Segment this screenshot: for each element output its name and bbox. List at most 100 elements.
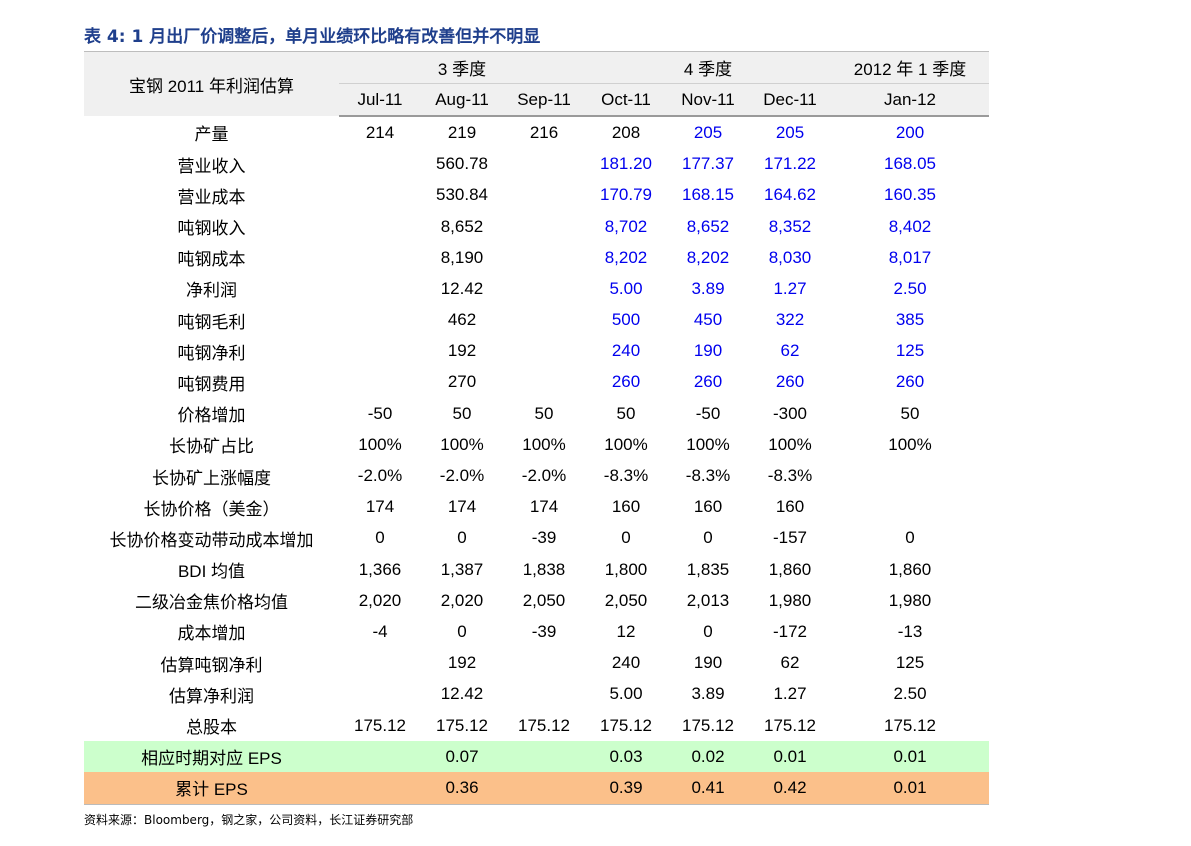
table-cell (831, 492, 989, 523)
table-cell: 0 (621, 528, 631, 548)
table-cell: 175.12 (436, 715, 488, 735)
table-cell: -2.0% (357, 466, 403, 486)
table-cell: 0 (703, 528, 713, 548)
table-cell: 0 (457, 528, 467, 548)
table-cell: 171.22 (764, 154, 816, 174)
table-cell: 462 (447, 310, 477, 330)
table-cell: 100% (358, 434, 402, 454)
table-cell: 8,030 (768, 247, 812, 267)
table-row: 营业成本 530.84 170.79 168.15 164.62 160.35 (84, 180, 989, 211)
group-header-q4: 4 季度 (585, 50, 831, 85)
table-cell: 50 (900, 403, 920, 423)
row-label: 总股本 (186, 718, 237, 738)
table-cell: 530.84 (436, 185, 488, 205)
row-label: 营业收入 (177, 156, 246, 176)
table-cell: 2,050 (604, 590, 648, 610)
table-cell: -39 (531, 621, 557, 641)
table-cell: 0 (457, 621, 467, 641)
table-cell: -157 (772, 528, 808, 548)
table-cell: 174 (365, 497, 395, 517)
row-label: 产量 (194, 124, 229, 144)
table-cell: 170.79 (600, 185, 652, 205)
table-cell: 0.01 (831, 772, 989, 805)
table-cell: 174 (447, 497, 477, 517)
table-cell: 208 (611, 122, 641, 142)
table-cell: 125 (895, 341, 925, 361)
table-cell: 125 (895, 653, 925, 673)
table-cell (503, 336, 585, 367)
table-cell: 160 (775, 497, 805, 517)
table-cell: 5.00 (609, 278, 643, 298)
table-cell: 3.89 (691, 278, 725, 298)
table-cell: -8.3% (767, 466, 813, 486)
table-cell (339, 772, 421, 805)
table-cell: 219 (447, 122, 477, 142)
table-cell: 168.15 (682, 185, 734, 205)
table-cell: 2,050 (522, 590, 566, 610)
table-cell: 168.05 (884, 154, 936, 174)
table-row: 总股本 175.12 175.12 175.12 175.12 175.12 175.12 1… (84, 710, 989, 741)
table-cell: -2.0% (439, 466, 485, 486)
table-cell (339, 180, 421, 211)
table-cell: 240 (611, 653, 641, 673)
table-cell: 192 (447, 341, 477, 361)
row-label: 长协矿上涨幅度 (152, 468, 271, 488)
table-cell: 160 (693, 497, 723, 517)
table-cell: -39 (531, 528, 557, 548)
table-cell: 100% (686, 434, 730, 454)
table-row: 吨钢费用 270 260 260 260 260 (84, 367, 989, 398)
row-label: 累计 EPS (84, 772, 339, 805)
table-cell: 175.12 (600, 715, 652, 735)
table-cell: 8,652 (440, 216, 484, 236)
table-cell: 175.12 (354, 715, 406, 735)
table-cell: 205 (693, 122, 723, 142)
table-cell: 1,980 (768, 590, 812, 610)
table-row: 吨钢成本 8,190 8,202 8,202 8,030 8,017 (84, 242, 989, 273)
table-cell (503, 273, 585, 304)
table-cell (503, 211, 585, 242)
row-label: 吨钢成本 (177, 250, 246, 270)
table-cell (503, 679, 585, 710)
row-label: 估算净利润 (169, 686, 254, 706)
table-row: 估算净利润 12.42 5.00 3.89 1.27 2.50 (84, 679, 989, 710)
table-cell: 8,202 (604, 247, 648, 267)
table-cell: 50 (452, 403, 472, 423)
table-cell: -172 (772, 621, 808, 641)
table-cell: 190 (693, 653, 723, 673)
table-title: 表 4: 1 月出厂价调整后，单月业绩环比略有改善但并不明显 (84, 27, 541, 47)
table-cell (339, 242, 421, 273)
row-label: 二级冶金焦价格均值 (135, 593, 288, 613)
table-cell (503, 741, 585, 773)
table-cell: 2.50 (893, 278, 927, 298)
table-cell: 0.01 (749, 741, 831, 773)
table-row: 估算吨钢净利 192 240 190 62 125 (84, 648, 989, 679)
table-cell: -4 (372, 621, 388, 641)
profit-estimate-table: 宝钢 2011 年利润估算 3 季度 4 季度 2012 年 1 季度 Jul-… (84, 50, 989, 805)
row-label: 价格增加 (177, 406, 246, 426)
table-cell: 160 (611, 497, 641, 517)
row-label: 净利润 (186, 281, 237, 301)
table-cell: 12 (616, 621, 636, 641)
row-label: 估算吨钢净利 (160, 655, 263, 675)
month-header: Sep-11 (503, 83, 585, 118)
table-cell: 174 (529, 497, 559, 517)
table-cell: 322 (775, 310, 805, 330)
table-cell: 175.12 (764, 715, 816, 735)
table-cell: 3.89 (691, 684, 725, 704)
table-row: 吨钢净利 192 240 190 62 125 (84, 336, 989, 367)
table-cell (339, 367, 421, 398)
table-cell: 100% (604, 434, 648, 454)
table-cell: 50 (534, 403, 554, 423)
month-header: Oct-11 (585, 83, 667, 118)
row-label: 吨钢毛利 (177, 312, 246, 332)
table-cell: 0.07 (421, 741, 503, 773)
table-cell (831, 460, 989, 491)
table-cell: 100% (888, 434, 932, 454)
row-label: 吨钢净利 (177, 343, 246, 363)
table-cell: -50 (695, 403, 721, 423)
table-cell: 0.39 (585, 772, 667, 805)
table-cell: 385 (895, 310, 925, 330)
row-label: 长协矿占比 (169, 437, 254, 457)
table-cell (339, 648, 421, 679)
table-row: BDI 均值 1,366 1,387 1,838 1,800 1,835 1,860 1,86… (84, 554, 989, 585)
